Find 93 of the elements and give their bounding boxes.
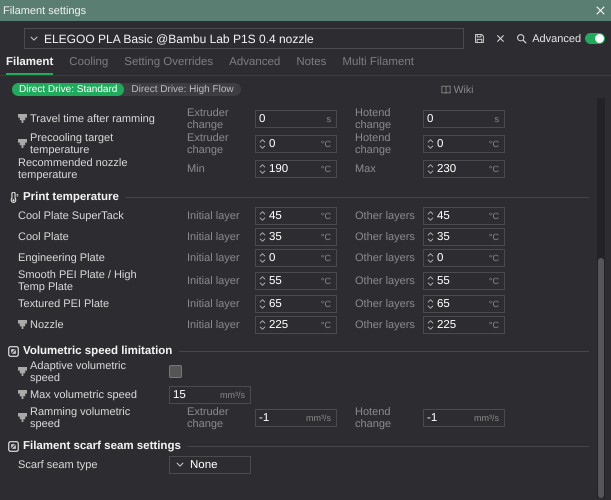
chevron-down-icon [30, 36, 38, 41]
section-icon [8, 346, 19, 356]
field-caption: Other layers [355, 318, 416, 330]
setting-label: Recommended nozzle temperature [18, 156, 128, 180]
input-field[interactable]: 190 °C [255, 160, 337, 178]
input-field[interactable]: 230 °C [423, 160, 505, 178]
setting-label: Max volumetric speed [30, 388, 137, 400]
scrollbar[interactable] [597, 98, 605, 498]
close-icon[interactable] [495, 33, 506, 44]
spinner-icon [259, 210, 266, 222]
spinner-icon [259, 252, 266, 264]
window-title: Filament settings [3, 4, 88, 16]
spinner-icon [259, 138, 266, 150]
spinner-icon [427, 162, 434, 174]
variant-option[interactable]: Direct Drive: High Flow [124, 83, 241, 96]
field-caption: Hotend change [355, 406, 392, 430]
section-title: Print temperature [23, 191, 119, 203]
input-field[interactable]: 225 °C [423, 316, 505, 334]
field-caption: Other layers [355, 210, 416, 222]
input-field[interactable]: -1 mm³/s [423, 408, 505, 426]
spinner-icon [259, 318, 266, 330]
input-field[interactable]: 0 °C [423, 134, 505, 152]
input-field[interactable]: 55 °C [423, 272, 505, 290]
input-field[interactable]: 45 °C [255, 206, 337, 224]
advanced-toggle[interactable] [585, 33, 605, 44]
field-caption: Extruder change [187, 406, 230, 430]
spinner-icon [259, 274, 266, 286]
wiki-link[interactable]: Wiki [440, 84, 474, 96]
spinner-icon [259, 230, 266, 242]
advanced-label: Advanced [532, 32, 582, 44]
search-icon[interactable] [516, 33, 528, 44]
save-icon[interactable] [474, 33, 486, 44]
input-field[interactable]: 35 °C [423, 228, 505, 246]
field-caption: Max [355, 162, 377, 174]
field-caption: Hotend change [355, 106, 392, 130]
field-caption: Initial layer [187, 230, 241, 242]
input-field[interactable]: 0 °C [255, 248, 337, 266]
spinner-icon [427, 298, 434, 310]
setting-label: Travel time after ramming [30, 112, 155, 124]
field-caption: Other layers [355, 230, 416, 242]
input-field[interactable]: 65 °C [255, 294, 337, 312]
spinner-icon [427, 274, 434, 286]
checkbox[interactable] [169, 365, 182, 378]
field-caption: Initial layer [187, 298, 241, 310]
setting-label: Precooling target temperature [30, 132, 114, 156]
field-caption: Hotend change [355, 132, 392, 156]
field-caption: Initial layer [187, 318, 241, 330]
setting-label: Engineering Plate [18, 252, 105, 264]
input-field[interactable]: 35 °C [255, 228, 337, 246]
book-icon [440, 85, 451, 94]
input-field[interactable]: 55 °C [255, 272, 337, 290]
field-caption: Initial layer [187, 210, 241, 222]
spinner-icon [259, 162, 266, 174]
field-caption: Extruder change [187, 106, 230, 130]
setting-label: Ramming volumetric speed [30, 406, 132, 430]
input-field[interactable]: 45 °C [423, 206, 505, 224]
spinner-icon [427, 210, 434, 222]
field-caption: Initial layer [187, 252, 241, 264]
input-field[interactable]: 15 mm³/s [169, 386, 251, 404]
setting-label: Textured PEI Plate [18, 298, 110, 310]
spinner-icon [259, 298, 266, 310]
setting-label: Cool Plate [18, 230, 69, 242]
input-field[interactable]: 0 s [255, 110, 337, 128]
spinner-icon [427, 252, 434, 264]
setting-label: Adaptive volumetric speed [30, 360, 127, 384]
section-title: Volumetric speed limitation [23, 345, 172, 357]
setting-label: Scarf seam type [18, 458, 98, 470]
field-caption: Min [187, 162, 206, 174]
setting-label: Cool Plate SuperTack [18, 210, 124, 222]
input-field[interactable]: -1 mm³/s [255, 408, 337, 426]
chevron-down-icon [176, 462, 184, 467]
input-field[interactable]: 0 s [423, 110, 505, 128]
setting-label: Nozzle [30, 318, 64, 330]
preset-dropdown[interactable]: ELEGOO PLA Basic @Bambu Lab P1S 0.4 nozzle [24, 28, 464, 49]
spinner-icon [427, 230, 434, 242]
close-icon[interactable] [596, 6, 605, 15]
input-field[interactable]: 0 °C [423, 248, 505, 266]
thermometer-icon [8, 192, 19, 202]
field-caption: Extruder change [187, 132, 230, 156]
input-field[interactable]: 225 °C [255, 316, 337, 334]
input-field[interactable]: 0 °C [255, 134, 337, 152]
setting-label: Smooth PEI Plate / High Temp Plate [18, 268, 138, 292]
spinner-icon [427, 318, 434, 330]
tab[interactable]: Filament [6, 56, 54, 75]
input-field[interactable]: 65 °C [423, 294, 505, 312]
field-caption: Other layers [355, 274, 416, 286]
spinner-icon [427, 138, 434, 150]
section-icon [8, 440, 19, 452]
field-caption: Other layers [355, 298, 416, 310]
field-caption: Other layers [355, 252, 416, 264]
section-title: Filament scarf seam settings [23, 440, 181, 452]
dropdown[interactable]: None [169, 456, 251, 474]
field-caption: Initial layer [187, 274, 241, 286]
